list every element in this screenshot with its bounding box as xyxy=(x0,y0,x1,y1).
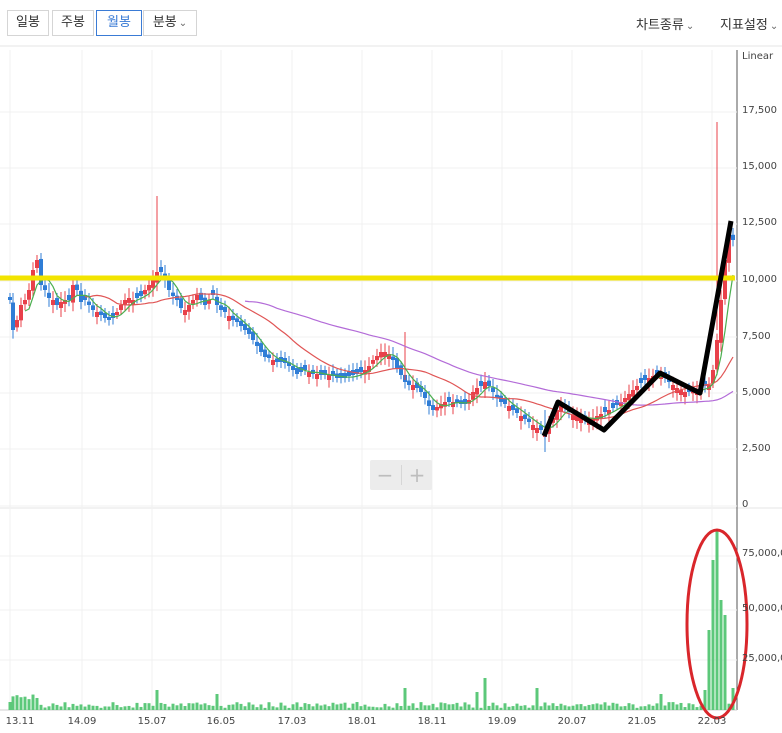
x-tick-label: 17.03 xyxy=(277,716,307,727)
y-tick-label: 5,000 xyxy=(742,387,771,398)
y-tick-label: 7,500 xyxy=(742,331,771,342)
y-tick-label: 0 xyxy=(742,499,749,510)
y-tick-label: 15,000 xyxy=(742,161,777,172)
zoom-control: − + xyxy=(370,460,432,490)
scale-label: Linear xyxy=(742,51,774,62)
x-tick-label: 18.01 xyxy=(347,716,377,727)
x-tick-label: 20.07 xyxy=(557,716,587,727)
volume-tick-label: 50,000,00 xyxy=(742,603,782,614)
x-tick-label: 15.07 xyxy=(137,716,167,727)
volume-tick-label: 75,000,00 xyxy=(742,548,782,559)
zoom-out-button[interactable]: − xyxy=(370,460,400,490)
y-tick-label: 10,000 xyxy=(742,274,777,285)
x-tick-label: 14.09 xyxy=(67,716,97,727)
y-tick-label: 12,500 xyxy=(742,217,777,228)
y-tick-label: 2,500 xyxy=(742,443,771,454)
x-tick-label: 21.05 xyxy=(627,716,657,727)
x-tick-label: 16.05 xyxy=(206,716,236,727)
y-tick-label: 17,500 xyxy=(742,105,777,116)
x-tick-label: 22.03 xyxy=(697,716,727,727)
x-tick-label: 19.09 xyxy=(487,716,517,727)
x-tick-label: 18.11 xyxy=(417,716,447,727)
volume-tick-label: 25,000,00 xyxy=(742,653,782,664)
x-tick-label: 13.11 xyxy=(5,716,35,727)
zoom-in-button[interactable]: + xyxy=(402,460,432,490)
grid xyxy=(0,50,737,710)
candles xyxy=(8,122,735,452)
stock-chart[interactable] xyxy=(0,0,782,733)
volume-bars xyxy=(8,530,735,710)
